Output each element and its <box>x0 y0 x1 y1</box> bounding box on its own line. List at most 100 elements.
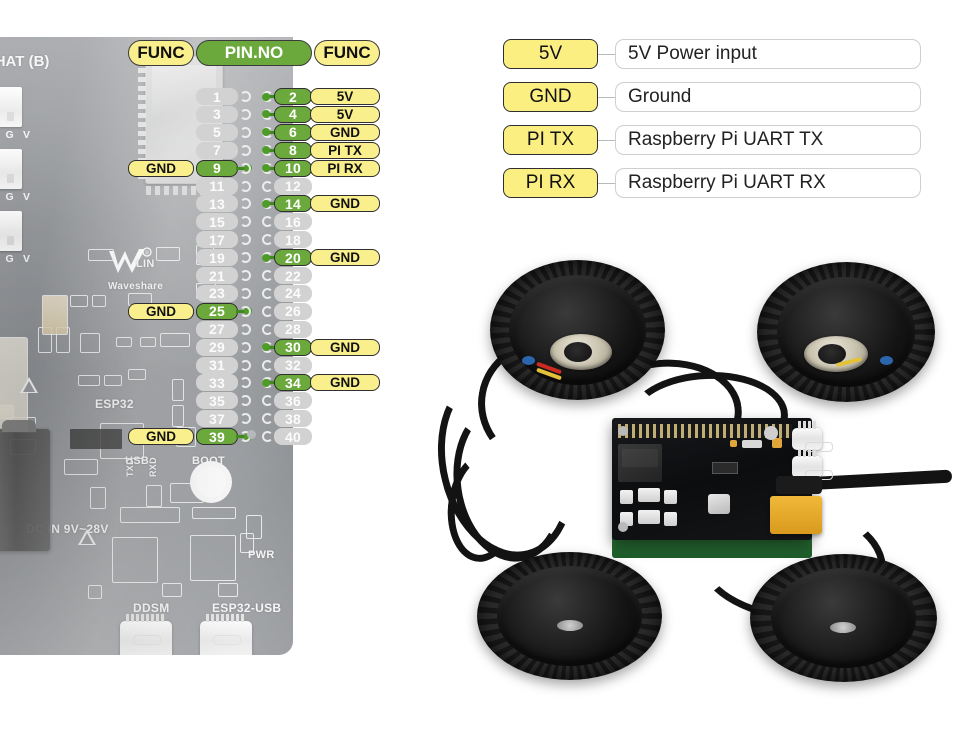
wheel-bottom-right <box>750 554 937 682</box>
pin-row: 15 16 <box>0 213 420 231</box>
header-hole-odd <box>240 108 251 120</box>
legend-description: 5V Power input <box>615 39 921 69</box>
robot-assembly-photo <box>418 252 953 682</box>
func-label-right: GND <box>310 338 380 356</box>
pin-number-even: 8 <box>274 141 312 159</box>
pin-number-even: 12 <box>274 177 312 195</box>
photo-smd <box>742 440 762 448</box>
header-hole-even <box>262 395 273 407</box>
pin-row: GND 9 10 PI RX <box>0 159 420 177</box>
header-hole-even <box>262 216 273 228</box>
smd-pad <box>162 583 182 597</box>
ddsm-silkscreen: DDSM <box>133 601 170 615</box>
legend-tag: 5V <box>503 39 598 69</box>
header-hole-odd <box>240 359 251 371</box>
header-hole-even <box>262 305 273 317</box>
func-label-right: 5V <box>310 88 380 105</box>
pin-number-even: 40 <box>274 428 312 446</box>
func-label-right: PI RX <box>310 159 380 177</box>
esp32-usb-c-port[interactable] <box>200 614 252 655</box>
header-hole-odd <box>240 234 251 246</box>
photo-usb-port-2 <box>792 449 833 480</box>
pin-number-odd: 23 <box>196 284 238 302</box>
header-hole-odd <box>240 341 251 353</box>
wheel-hub-bottom-right <box>830 622 856 633</box>
legend-description: Ground <box>615 82 921 112</box>
pin-number-even: 28 <box>274 320 312 338</box>
photo-motor-conn <box>638 488 660 502</box>
func-label-right: GND <box>310 195 380 213</box>
header-hole-even <box>262 359 273 371</box>
pin-dot-even <box>262 199 270 208</box>
pin-header-overlay: FUNC PIN.NO FUNC 1 2 5V 3 4 5V 5 6 GND 7 8 PI TX GND… <box>0 0 420 470</box>
pin-row: 7 8 PI TX <box>0 141 420 159</box>
photo-motor-conn <box>638 510 660 524</box>
pin-row: 1 2 5V <box>0 88 420 105</box>
wheel-hub-bottom-left <box>557 620 583 631</box>
pin-number-even: 32 <box>274 356 312 374</box>
pin-row: 21 22 <box>0 267 420 284</box>
pin-number-even: 10 <box>274 159 312 177</box>
ddsm-usb-c-port[interactable] <box>120 614 172 655</box>
motor-driver-ic-2 <box>190 535 236 581</box>
photo-mounting-hole <box>618 522 628 532</box>
pin-row: 31 32 <box>0 356 420 374</box>
pin-row: 11 12 <box>0 177 420 195</box>
photo-usb-port-1 <box>792 421 833 452</box>
header-hole-odd <box>240 198 251 210</box>
smd-pad <box>146 485 162 507</box>
header-hole-odd <box>240 413 251 425</box>
pin-number-odd: 27 <box>196 320 238 338</box>
pin-number-odd: 5 <box>196 123 238 141</box>
header-hole-odd <box>240 323 251 335</box>
pwr-silkscreen: PWR <box>248 549 275 561</box>
func-label-left: GND <box>128 302 194 320</box>
pin-row: GND 25 26 <box>0 302 420 320</box>
header-hole-even <box>262 413 273 425</box>
pin-number-odd: 15 <box>196 213 238 231</box>
func-label-left: GND <box>128 428 194 446</box>
header-hole-even <box>262 323 273 335</box>
func-label-right: GND <box>310 374 380 392</box>
func-label-right: GND <box>310 249 380 267</box>
dc-in-silkscreen: DC IN 9V~28V <box>26 522 109 536</box>
header-func-right: FUNC <box>314 40 380 66</box>
legend-tag: GND <box>503 82 598 112</box>
func-label-left: GND <box>128 159 194 177</box>
pin-number-odd: 39 <box>196 428 238 446</box>
header-hole-odd <box>240 252 251 264</box>
header-hole-even <box>262 270 273 281</box>
wheel-sticker-top-right <box>880 356 893 365</box>
pin-dot-even <box>262 378 270 387</box>
pin-number-odd: 11 <box>196 177 238 195</box>
pin-row: 13 14 GND <box>0 195 420 213</box>
header-hole-odd <box>240 305 251 317</box>
legend-tag: PI RX <box>503 168 598 198</box>
pin-number-even: 16 <box>274 213 312 231</box>
header-func-left: FUNC <box>128 40 194 66</box>
pin-number-odd: 31 <box>196 356 238 374</box>
photo-smd <box>730 440 737 447</box>
pin-dot-even <box>262 253 270 262</box>
diagram-root: ver HAT (B) C LIN G V C LIN G V C LIN G … <box>0 0 960 731</box>
pin-number-odd: 37 <box>196 410 238 428</box>
pin-row: 35 36 <box>0 392 420 410</box>
header-hole-odd <box>240 144 251 156</box>
func-label-right: PI TX <box>310 141 380 159</box>
pin-number-even: 24 <box>274 284 312 302</box>
pin-number-odd: 7 <box>196 141 238 159</box>
pin-row: GND 39 40 <box>0 428 420 446</box>
pin-number-even: 34 <box>274 374 312 392</box>
pin-number-even: 6 <box>274 123 312 141</box>
legend-description: Raspberry Pi UART TX <box>615 125 921 155</box>
pin-number-even: 38 <box>274 410 312 428</box>
header-hole-odd <box>240 216 251 228</box>
func-label-right: GND <box>310 123 380 141</box>
smd-pad <box>218 583 238 597</box>
header-hole-odd <box>240 395 251 407</box>
header-mount-pad <box>247 430 256 439</box>
legend-tag: PI TX <box>503 125 598 155</box>
header-hole-even <box>262 234 273 246</box>
photo-dc-jack <box>776 476 822 494</box>
smd-pad <box>240 533 254 553</box>
